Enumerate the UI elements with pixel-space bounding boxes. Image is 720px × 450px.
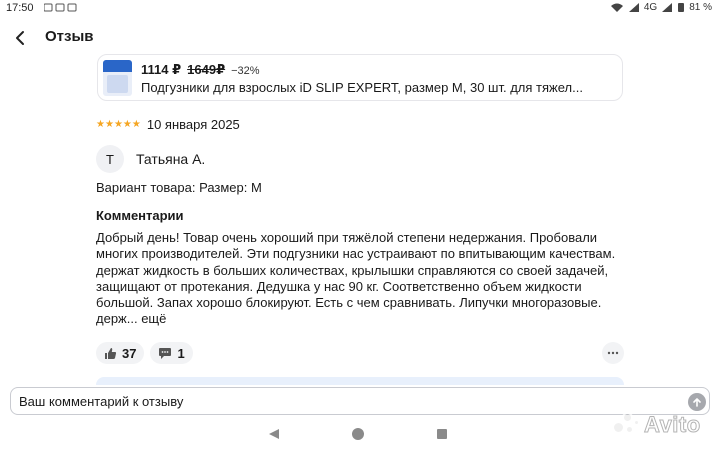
comments-heading: Комментарии	[96, 208, 184, 223]
product-image	[103, 60, 132, 96]
like-button[interactable]: 37	[96, 342, 145, 364]
star-icon: ★	[131, 118, 141, 130]
more-horizontal-icon	[607, 351, 619, 355]
app-header: Отзыв	[0, 22, 720, 54]
avito-watermark-text: Avito	[644, 412, 701, 438]
price-current: 1114 ₽	[141, 62, 182, 77]
comment-count: 1	[177, 345, 185, 361]
page-title: Отзыв	[45, 28, 94, 45]
network-type: 4G	[643, 2, 658, 13]
star-icon: ★	[113, 118, 123, 130]
status-bar: 17:50 4G 81 %	[0, 0, 720, 18]
review-date: 10 января 2025	[146, 117, 240, 132]
more-options-button[interactable]	[602, 342, 624, 364]
status-time: 17:50	[6, 2, 34, 14]
author-row: Т Татьяна А.	[96, 145, 205, 173]
price-row: 1114 ₽ 1649₽ −32%	[141, 62, 260, 78]
product-variant: Вариант товара: Размер: M	[96, 180, 262, 195]
battery-icon	[678, 3, 685, 12]
product-name: Подгузники для взрослых iD SLIP EXPERT, …	[141, 80, 583, 95]
rating-row: ★ ★ ★ ★ ★ 10 января 2025	[96, 117, 240, 132]
discount-badge: −32%	[231, 65, 260, 77]
avito-watermark: Avito	[612, 410, 712, 440]
signal-icon	[628, 3, 639, 12]
star-icon: ★	[104, 118, 114, 130]
nav-back-icon[interactable]	[268, 428, 280, 440]
avatar: Т	[96, 145, 124, 173]
chevron-left-icon	[16, 31, 24, 45]
avito-logo-icon	[612, 412, 640, 438]
battery-level: 81 %	[689, 2, 712, 13]
seller-reply-block	[96, 377, 624, 385]
notification-icons	[43, 2, 84, 16]
like-count: 37	[122, 345, 137, 361]
review-body: Добрый день! Товар очень хороший при тяж…	[96, 230, 616, 327]
nav-home-icon[interactable]	[352, 428, 364, 440]
review-actions: 37 1	[96, 342, 193, 364]
author-name: Татьяна А.	[136, 151, 206, 167]
star-icon: ★	[122, 118, 132, 130]
thumbs-up-icon	[105, 347, 117, 359]
wifi-icon	[610, 3, 623, 12]
product-card[interactable]: 1114 ₽ 1649₽ −32% Подгузники для взрослы…	[97, 54, 623, 101]
signal-icon-2	[662, 3, 673, 12]
read-more-link[interactable]: ещё	[141, 311, 166, 326]
arrow-up-icon	[693, 398, 701, 407]
star-icon: ★	[96, 118, 105, 130]
star-rating: ★ ★ ★ ★ ★	[96, 118, 141, 130]
comment-input[interactable]	[10, 387, 710, 415]
comment-icon	[159, 347, 172, 359]
back-button[interactable]	[8, 24, 32, 52]
comments-button[interactable]: 1	[150, 342, 193, 364]
send-button[interactable]	[688, 393, 706, 411]
nav-recent-icon[interactable]	[437, 429, 447, 439]
price-old: 1649₽	[187, 62, 226, 77]
review-text: Добрый день! Товар очень хороший при тяж…	[96, 230, 624, 328]
